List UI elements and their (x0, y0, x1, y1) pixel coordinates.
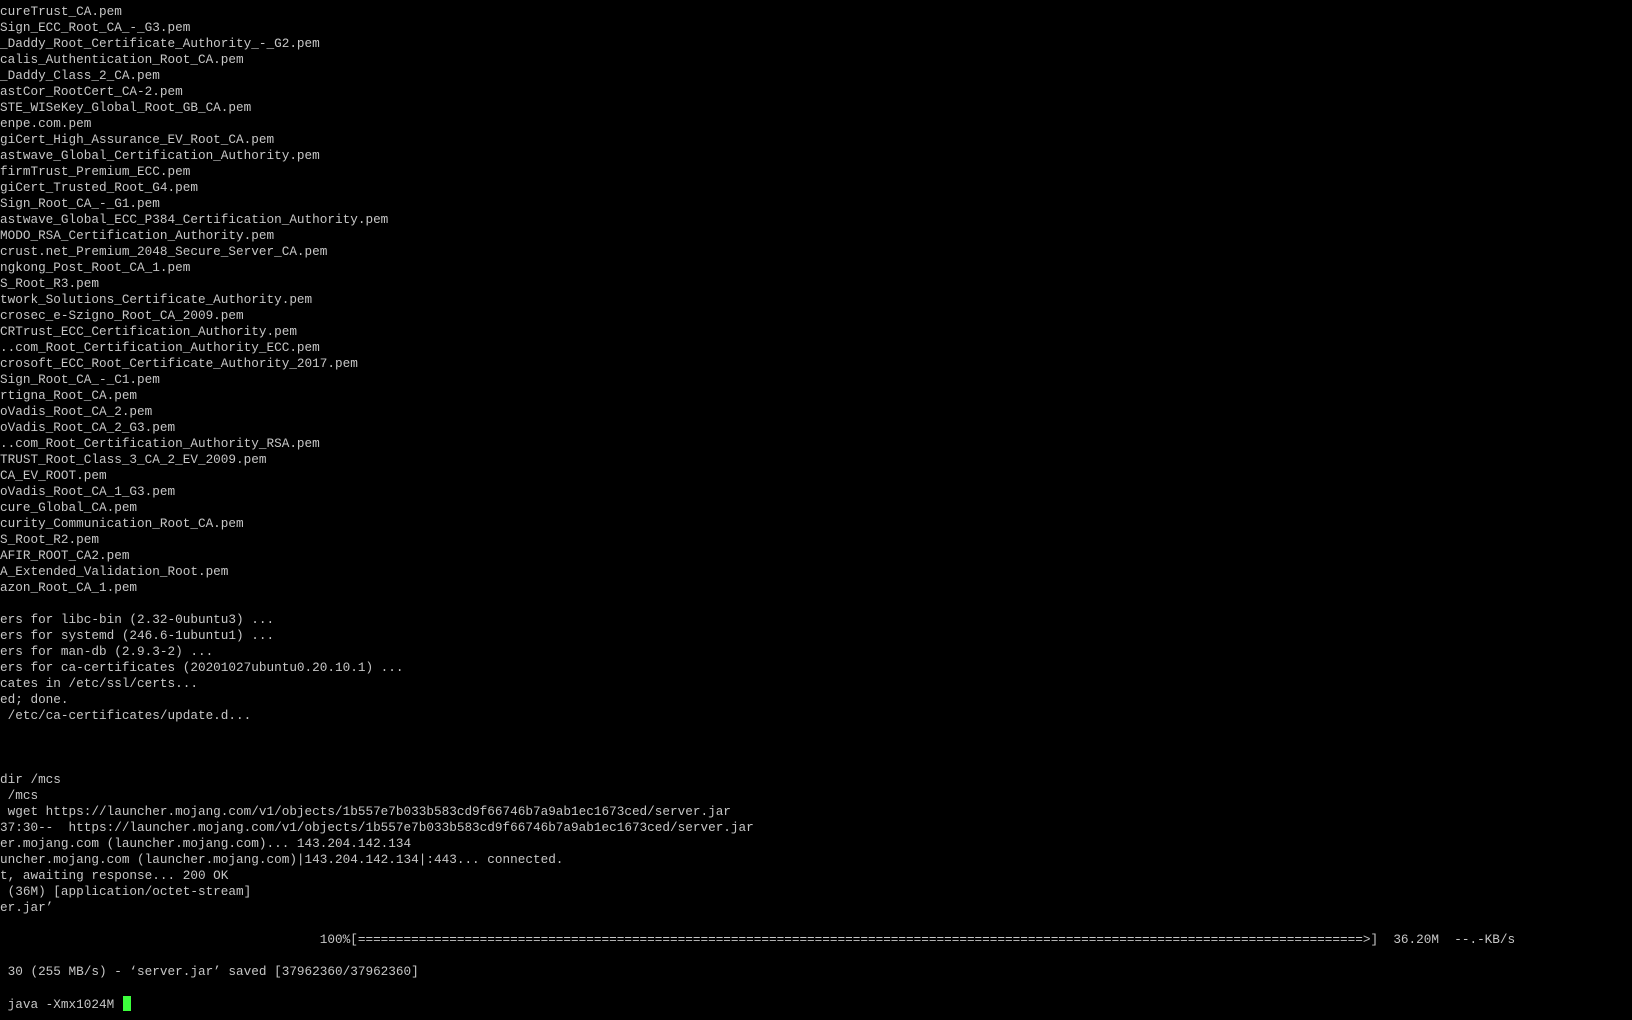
output-line: crosoft_ECC_Root_Certificate_Authority_2… (0, 356, 358, 371)
output-line: azon_Root_CA_1.pem (0, 580, 138, 595)
terminal-window[interactable]: cureTrust_CA.pem Sign_ECC_Root_CA_-_G3.pe… (0, 0, 1632, 1020)
output-line: MODO_RSA_Certification_Authority.pem (0, 228, 275, 243)
output-line: cure_Global_CA.pem (0, 500, 138, 515)
output-line: CRTrust_ECC_Certification_Authority.pem (0, 324, 297, 339)
output-line: cates in /etc/ssl/certs... (0, 676, 198, 691)
output-line: curity_Communication_Root_CA.pem (0, 516, 244, 531)
output-line: TRUST_Root_Class_3_CA_2_EV_2009.pem (0, 452, 267, 467)
output-line: 100%[===================================… (0, 932, 1516, 947)
output-line: ..com_Root_Certification_Authority_ECC.p… (0, 340, 320, 355)
output-line: er.jar’ (0, 900, 54, 915)
output-line: cureTrust_CA.pem (0, 4, 122, 19)
output-line: twork_Solutions_Certificate_Authority.pe… (0, 292, 313, 307)
output-line: giCert_High_Assurance_EV_Root_CA.pem (0, 132, 275, 147)
output-line: Sign_ECC_Root_CA_-_G3.pem (0, 20, 191, 35)
output-line: ers for man-db (2.9.3-2) ... (0, 644, 214, 659)
output-line: (36M) [application/octet-stream] (0, 884, 252, 899)
text-cursor (122, 996, 131, 1011)
output-line: calis_Authentication_Root_CA.pem (0, 52, 244, 67)
output-line: Sign_Root_CA_-_G1.pem (0, 196, 160, 211)
current-command-text: java -Xmx1024M (0, 997, 122, 1012)
output-line: astwave_Global_Certification_Authority.p… (0, 148, 320, 163)
output-line: A_Extended_Validation_Root.pem (0, 564, 229, 579)
output-line: /etc/ca-certificates/update.d... (0, 708, 252, 723)
output-line: ers for ca-certificates (20201027ubuntu0… (0, 660, 404, 675)
output-line: er.mojang.com (launcher.mojang.com)... 1… (0, 836, 412, 851)
output-line: uncher.mojang.com (launcher.mojang.com)|… (0, 852, 564, 867)
output-line: ..com_Root_Certification_Authority_RSA.p… (0, 436, 320, 451)
output-line: CA_EV_ROOT.pem (0, 468, 107, 483)
output-line: astCor_RootCert_CA-2.pem (0, 84, 183, 99)
output-line: dir /mcs (0, 772, 61, 787)
output-line: giCert_Trusted_Root_G4.pem (0, 180, 198, 195)
output-line: crust.net_Premium_2048_Secure_Server_CA.… (0, 244, 328, 259)
output-line: firmTrust_Premium_ECC.pem (0, 164, 191, 179)
output-line: wget https://launcher.mojang.com/v1/obje… (0, 804, 731, 819)
output-line: ers for systemd (246.6-1ubuntu1) ... (0, 628, 275, 643)
output-line: 30 (255 MB/s) - ‘server.jar’ saved [3796… (0, 964, 419, 979)
command-prompt-line[interactable]: java -Xmx1024M (0, 996, 1515, 1012)
output-line: crosec_e-Szigno_Root_CA_2009.pem (0, 308, 244, 323)
output-line: enpe.com.pem (0, 116, 92, 131)
output-line: S_Root_R3.pem (0, 276, 99, 291)
output-line: /mcs (0, 788, 39, 803)
output-line: 37:30-- https://launcher.mojang.com/v1/o… (0, 820, 754, 835)
output-line: ngkong_Post_Root_CA_1.pem (0, 260, 191, 275)
output-line: oVadis_Root_CA_2.pem (0, 404, 153, 419)
output-line: t, awaiting response... 200 OK (0, 868, 229, 883)
output-line: rtigna_Root_CA.pem (0, 388, 138, 403)
output-line: astwave_Global_ECC_P384_Certification_Au… (0, 212, 389, 227)
output-line: _Daddy_Root_Certificate_Authority_-_G2.p… (0, 36, 320, 51)
output-line: Sign_Root_CA_-_C1.pem (0, 372, 160, 387)
output-line: S_Root_R2.pem (0, 532, 99, 547)
terminal-output: cureTrust_CA.pem Sign_ECC_Root_CA_-_G3.pe… (0, 4, 1515, 1012)
output-line: STE_WISeKey_Global_Root_GB_CA.pem (0, 100, 252, 115)
output-line: oVadis_Root_CA_2_G3.pem (0, 420, 176, 435)
output-line: AFIR_ROOT_CA2.pem (0, 548, 130, 563)
output-line: ers for libc-bin (2.32-0ubuntu3) ... (0, 612, 275, 627)
output-line: oVadis_Root_CA_1_G3.pem (0, 484, 176, 499)
output-line: _Daddy_Class_2_CA.pem (0, 68, 160, 83)
output-line: ed; done. (0, 692, 69, 707)
